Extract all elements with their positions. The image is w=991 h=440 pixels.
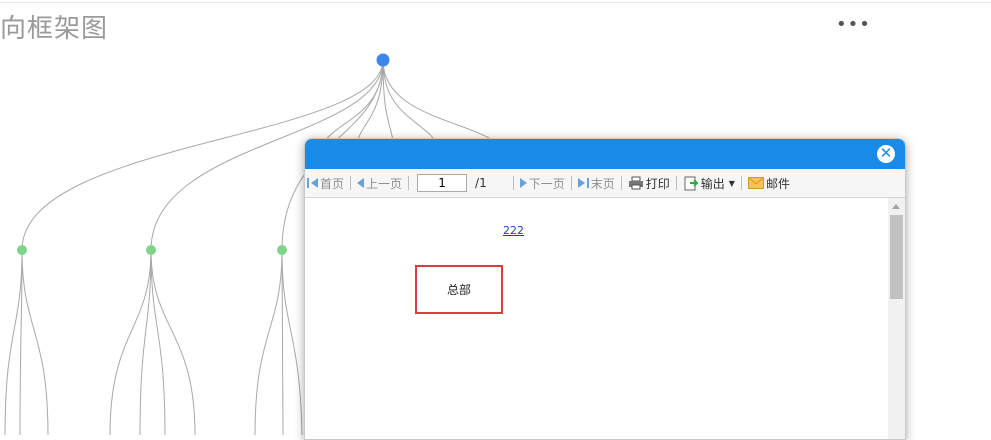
first-page-icon — [307, 178, 309, 188]
export-button[interactable]: 输出 ▼ — [683, 175, 735, 192]
report-link[interactable]: 222 — [503, 224, 524, 237]
tree-link — [281, 249, 303, 435]
toolbar-divider — [408, 176, 410, 190]
last-page-icon — [577, 178, 585, 188]
toolbar-divider — [620, 176, 622, 190]
printer-icon — [628, 176, 643, 190]
headquarters-label: 总部 — [446, 283, 471, 297]
report-content: 222 总部 — [305, 198, 888, 438]
next-page-button[interactable]: 下一页 — [519, 175, 565, 192]
dialog-header: ✕ — [305, 139, 905, 169]
report-preview-dialog: ✕ 首页 上一页 /1 下一页 末页 — [304, 138, 906, 440]
toolbar-divider — [512, 176, 514, 190]
page-number-input[interactable] — [417, 174, 468, 192]
chevron-down-icon: ▼ — [728, 178, 735, 188]
scroll-up-arrow-icon[interactable] — [892, 204, 900, 209]
report-toolbar: 首页 上一页 /1 下一页 末页 打印 — [305, 169, 905, 198]
export-icon — [684, 176, 699, 191]
tree-link — [382, 59, 506, 151]
toolbar-divider — [675, 176, 677, 190]
page-total: /1 — [475, 176, 487, 190]
scrollbar-thumb[interactable] — [890, 215, 903, 299]
print-button[interactable]: 打印 — [628, 175, 670, 192]
prev-page-icon — [357, 178, 365, 188]
headquarters-box: 总部 — [415, 265, 503, 314]
toolbar-divider — [350, 176, 352, 190]
tree-link — [150, 249, 196, 435]
vertical-scrollbar[interactable] — [888, 198, 905, 439]
tree-root-node — [376, 53, 390, 67]
mail-icon — [747, 177, 764, 189]
tree-link — [21, 249, 49, 435]
tree-child-node — [17, 245, 27, 255]
prev-page-button[interactable]: 上一页 — [357, 175, 402, 192]
tree-child-node — [277, 245, 287, 255]
tree-link — [4, 249, 23, 435]
toolbar-divider — [570, 176, 572, 190]
close-icon[interactable]: ✕ — [877, 145, 895, 163]
next-page-icon — [519, 178, 527, 188]
last-page-button[interactable]: 末页 — [577, 175, 615, 192]
toolbar-divider — [740, 176, 742, 190]
tree-child-node — [146, 245, 156, 255]
first-page-button[interactable]: 首页 — [307, 175, 344, 192]
mail-button[interactable]: 邮件 — [747, 175, 790, 192]
tree-link — [254, 249, 283, 435]
